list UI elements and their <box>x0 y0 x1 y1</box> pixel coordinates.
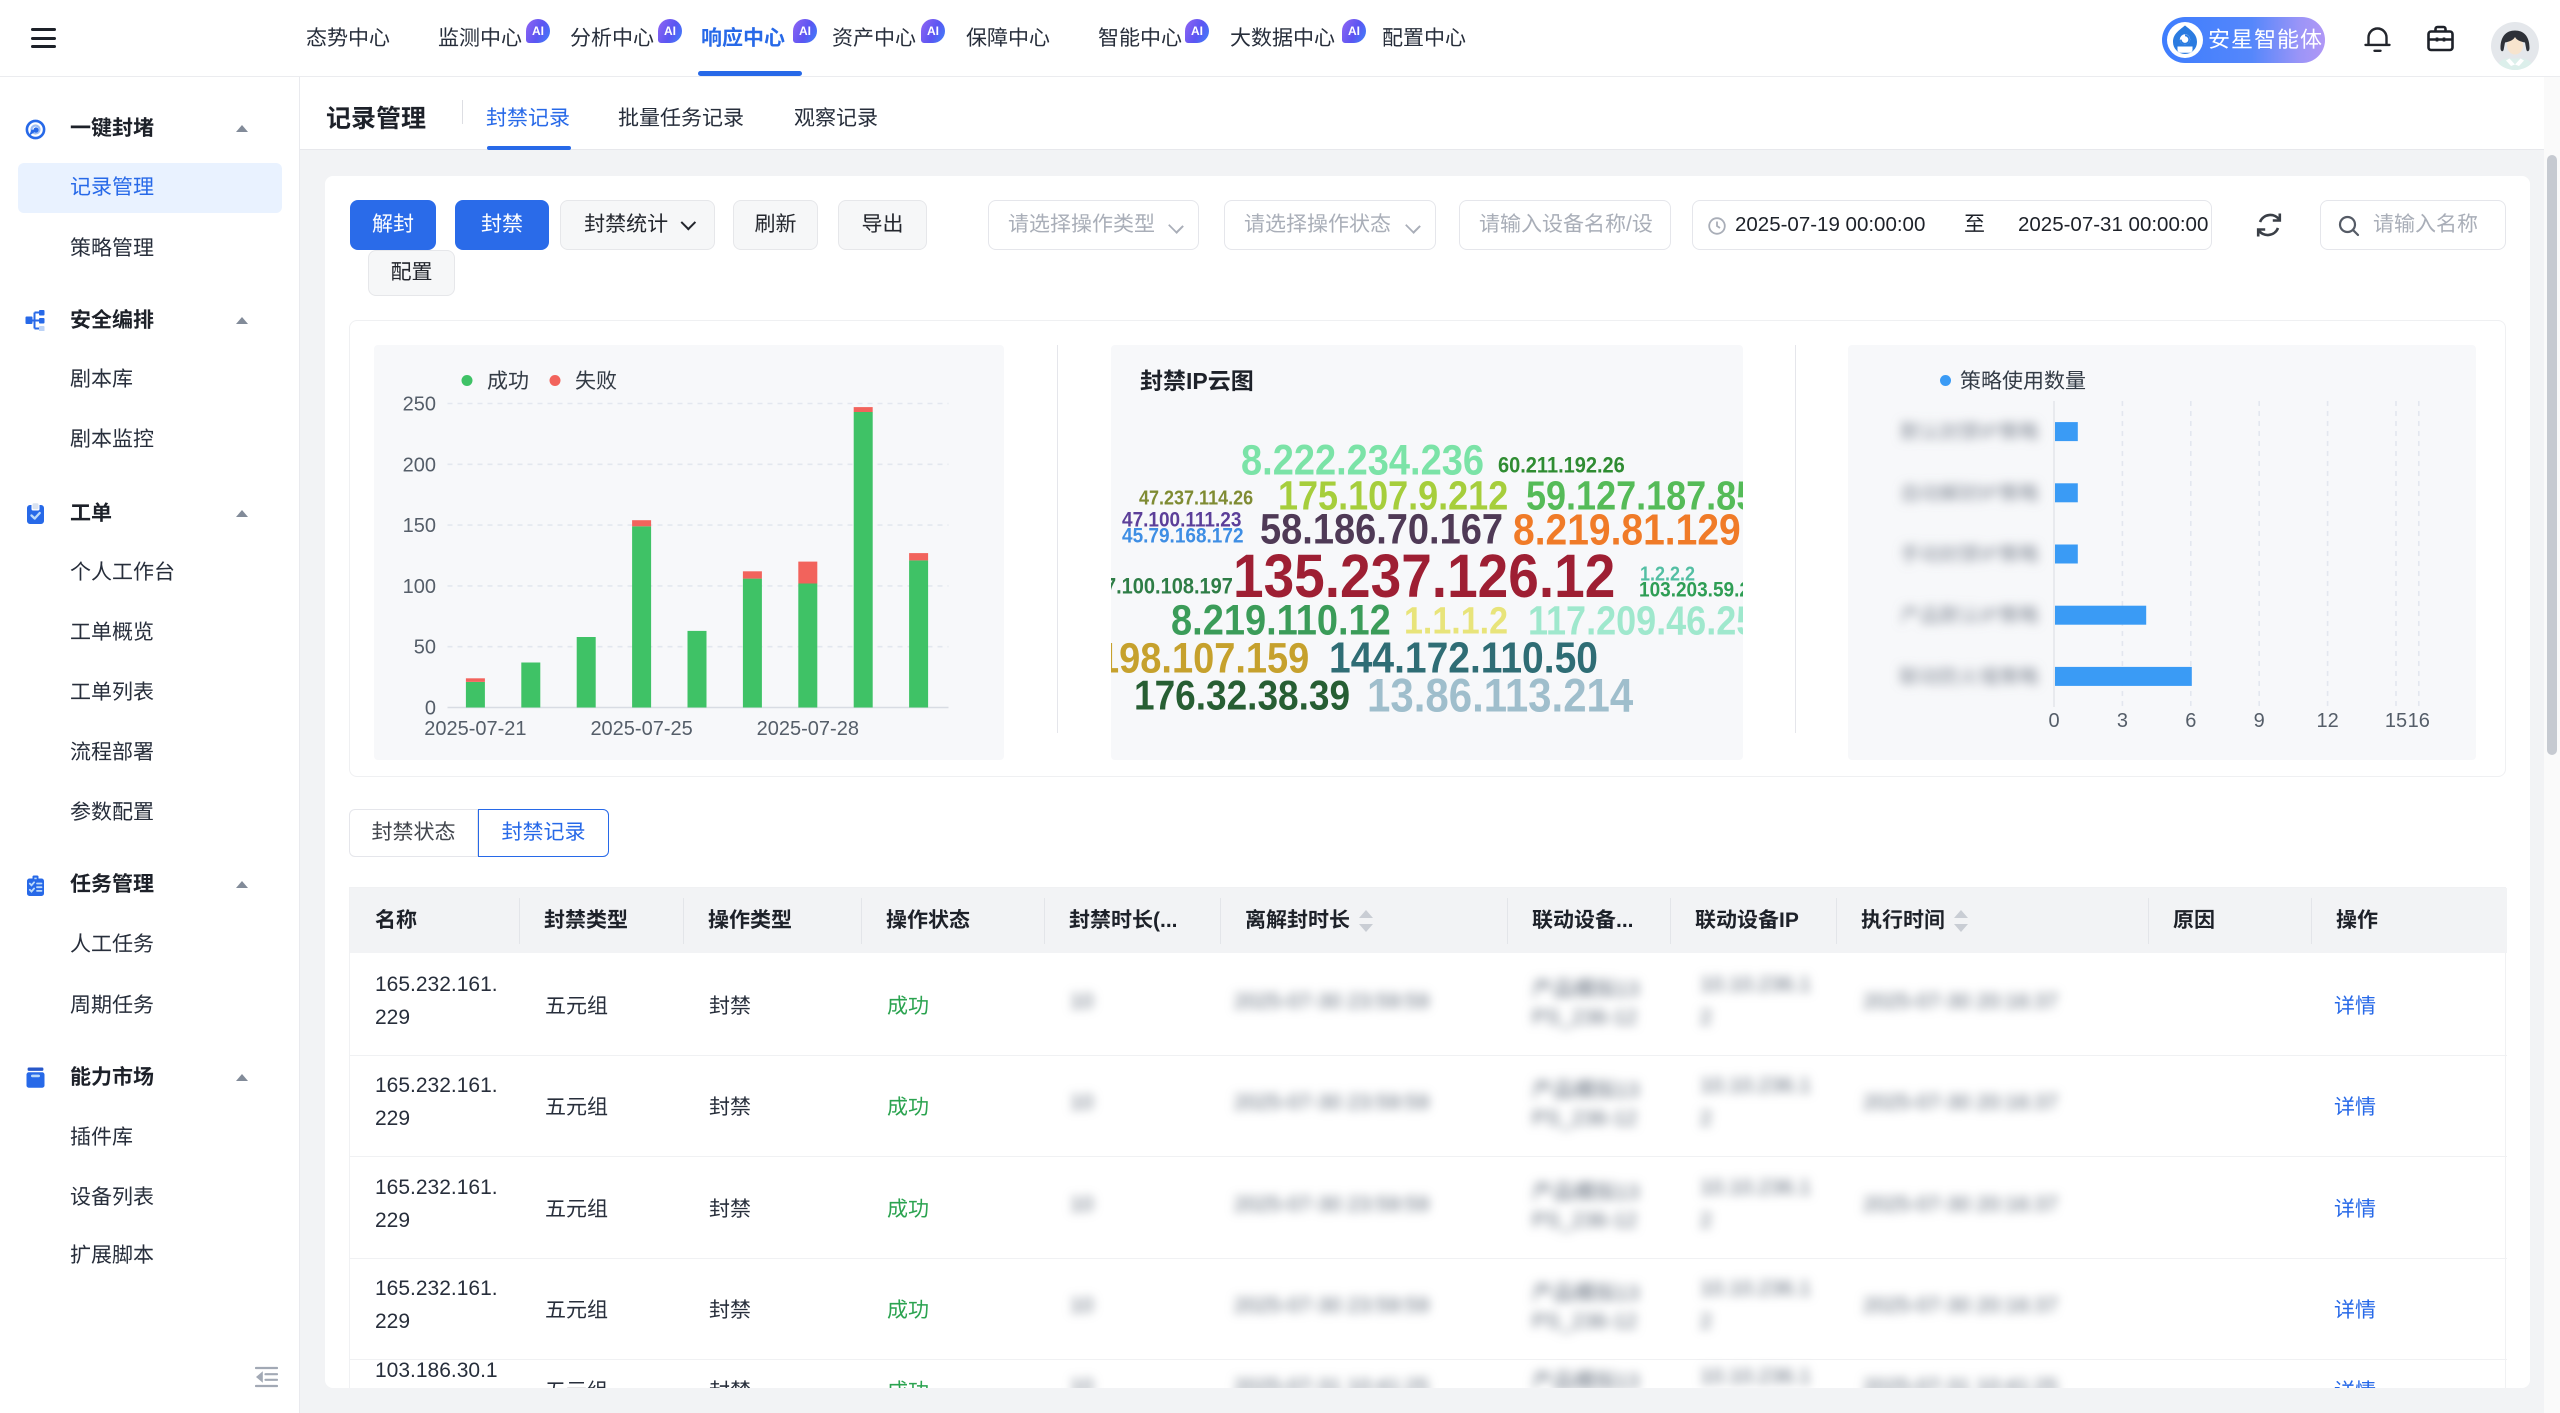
svg-text:2025-07-28: 2025-07-28 <box>757 718 859 740</box>
svg-text:产品默认IP策略: 产品默认IP策略 <box>1900 604 2039 627</box>
svg-text:2025-07-21: 2025-07-21 <box>424 718 526 740</box>
svg-text:0: 0 <box>2048 710 2059 732</box>
svg-text:手动封禁IP策略: 手动封禁IP策略 <box>1900 543 2039 566</box>
svg-text:失败: 失败 <box>575 370 617 393</box>
svg-text:3: 3 <box>2117 710 2128 732</box>
svg-text:16: 16 <box>2408 710 2430 732</box>
svg-text:150: 150 <box>403 515 436 537</box>
svg-text:联动防火墙策略: 联动防火墙策略 <box>1899 665 2039 688</box>
svg-text:15: 15 <box>2385 710 2407 732</box>
svg-text:自动解封IP策略: 自动解封IP策略 <box>1900 482 2039 505</box>
svg-text:0: 0 <box>425 698 436 720</box>
svg-text:12: 12 <box>2316 710 2338 732</box>
svg-text:250: 250 <box>403 394 436 416</box>
svg-text:6: 6 <box>2185 710 2196 732</box>
svg-text:200: 200 <box>403 454 436 476</box>
svg-text:2025-07-25: 2025-07-25 <box>590 718 692 740</box>
svg-text:9: 9 <box>2254 710 2265 732</box>
svg-text:50: 50 <box>414 637 436 659</box>
svg-text:策略使用数量: 策略使用数量 <box>1960 370 2086 393</box>
svg-text:成功: 成功 <box>487 370 529 393</box>
svg-text:默认封禁IP策略: 默认封禁IP策略 <box>1900 421 2039 444</box>
svg-text:100: 100 <box>403 576 436 598</box>
